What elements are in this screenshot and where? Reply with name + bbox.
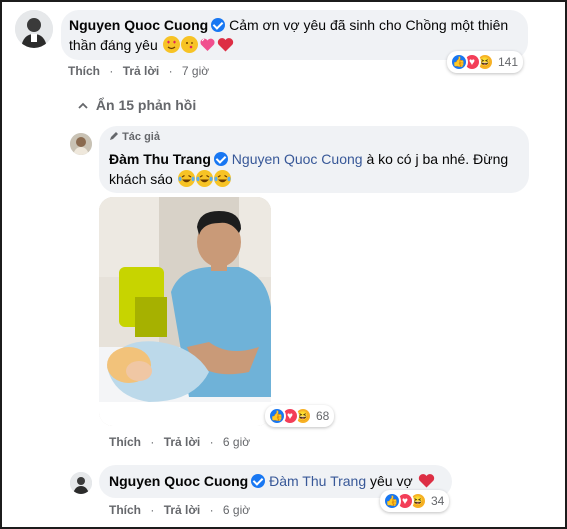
reply-text-line2: khách sáo — [109, 171, 173, 187]
reaction-count: 141 — [498, 55, 519, 69]
laughing-tears-emoji-icon — [213, 170, 231, 187]
mention-link[interactable]: Đàm Thu Trang — [269, 473, 366, 489]
reaction-count: 68 — [316, 409, 330, 423]
avatar-nguyen-quoc-cuong[interactable] — [70, 472, 92, 494]
reaction-summary[interactable]: 👍 ♥ 😆 34 — [380, 490, 450, 512]
laughing-tears-emoji-icon — [195, 170, 213, 187]
reply-author[interactable]: Đàm Thu Trang — [109, 151, 211, 167]
like-icon: 👍 — [383, 492, 401, 510]
like-link[interactable]: Thích — [68, 64, 100, 78]
reply-actions: Thích · Trả lời · 6 giờ — [109, 435, 251, 449]
reply-text: yêu vợ — [370, 473, 413, 489]
red-heart-emoji-icon — [217, 36, 234, 53]
reply-text-line1: à ko có j ba nhé. Đừng — [366, 151, 509, 167]
comment-text-line2: thần đáng yêu — [69, 37, 158, 53]
comment-author[interactable]: Nguyen Quoc Cuong — [69, 17, 208, 33]
verified-icon — [251, 474, 266, 488]
red-heart-emoji-icon — [418, 472, 435, 489]
mention-link[interactable]: Nguyen Quoc Cuong — [232, 151, 363, 167]
reply-actions: Thích · Trả lời · 6 giờ — [109, 503, 251, 517]
like-link[interactable]: Thích — [109, 503, 141, 517]
hide-replies-button[interactable]: Ẩn 15 phản hồi — [78, 97, 196, 113]
avatar-image — [70, 133, 92, 155]
like-icon: 👍 — [450, 53, 468, 71]
reply-link[interactable]: Trả lời — [123, 64, 160, 78]
comment-actions: Thích · Trả lời · 7 giờ — [68, 64, 210, 78]
reply-photo[interactable] — [99, 197, 271, 426]
reaction-count: 34 — [431, 494, 445, 508]
author-badge: Tác giả — [122, 131, 160, 143]
comment-text-line1: Cảm ơn vợ yêu đã sinh cho Chồng một thiê… — [229, 17, 509, 33]
like-link[interactable]: Thích — [109, 435, 141, 449]
avatar-dam-thu-trang[interactable] — [70, 133, 92, 155]
reaction-summary[interactable]: 👍 ♥ 😆 141 — [447, 51, 524, 73]
avatar-image — [70, 472, 92, 494]
reaction-summary[interactable]: 👍 ♥ 😆 68 — [265, 405, 335, 427]
timestamp[interactable]: 6 giờ — [223, 503, 250, 517]
verified-icon — [211, 18, 226, 32]
timestamp[interactable]: 6 giờ — [223, 435, 250, 449]
laughing-tears-emoji-icon — [177, 170, 195, 187]
like-icon: 👍 — [268, 407, 286, 425]
photo-father-holding-newborn — [99, 197, 271, 426]
hide-replies-label: Ẩn 15 phản hồi — [95, 97, 197, 113]
verified-icon — [213, 152, 228, 166]
screenshot-frame — [0, 0, 567, 529]
timestamp[interactable]: 7 giờ — [182, 64, 209, 78]
reply-link[interactable]: Trả lời — [164, 435, 201, 449]
avatar-nguyen-quoc-cuong[interactable] — [15, 10, 53, 48]
heart-eyes-emoji-icon — [162, 36, 180, 53]
hearts-emoji-icon — [199, 36, 216, 53]
avatar-image — [15, 10, 53, 48]
chevron-up-icon — [78, 97, 92, 113]
reply-bubble: Tác giả Đàm Thu Trang Nguyen Quoc Cuong … — [99, 126, 529, 193]
pen-icon — [109, 131, 122, 143]
kissing-emoji-icon — [180, 36, 198, 53]
reply-link[interactable]: Trả lời — [164, 503, 201, 517]
reply-author[interactable]: Nguyen Quoc Cuong — [109, 473, 248, 489]
